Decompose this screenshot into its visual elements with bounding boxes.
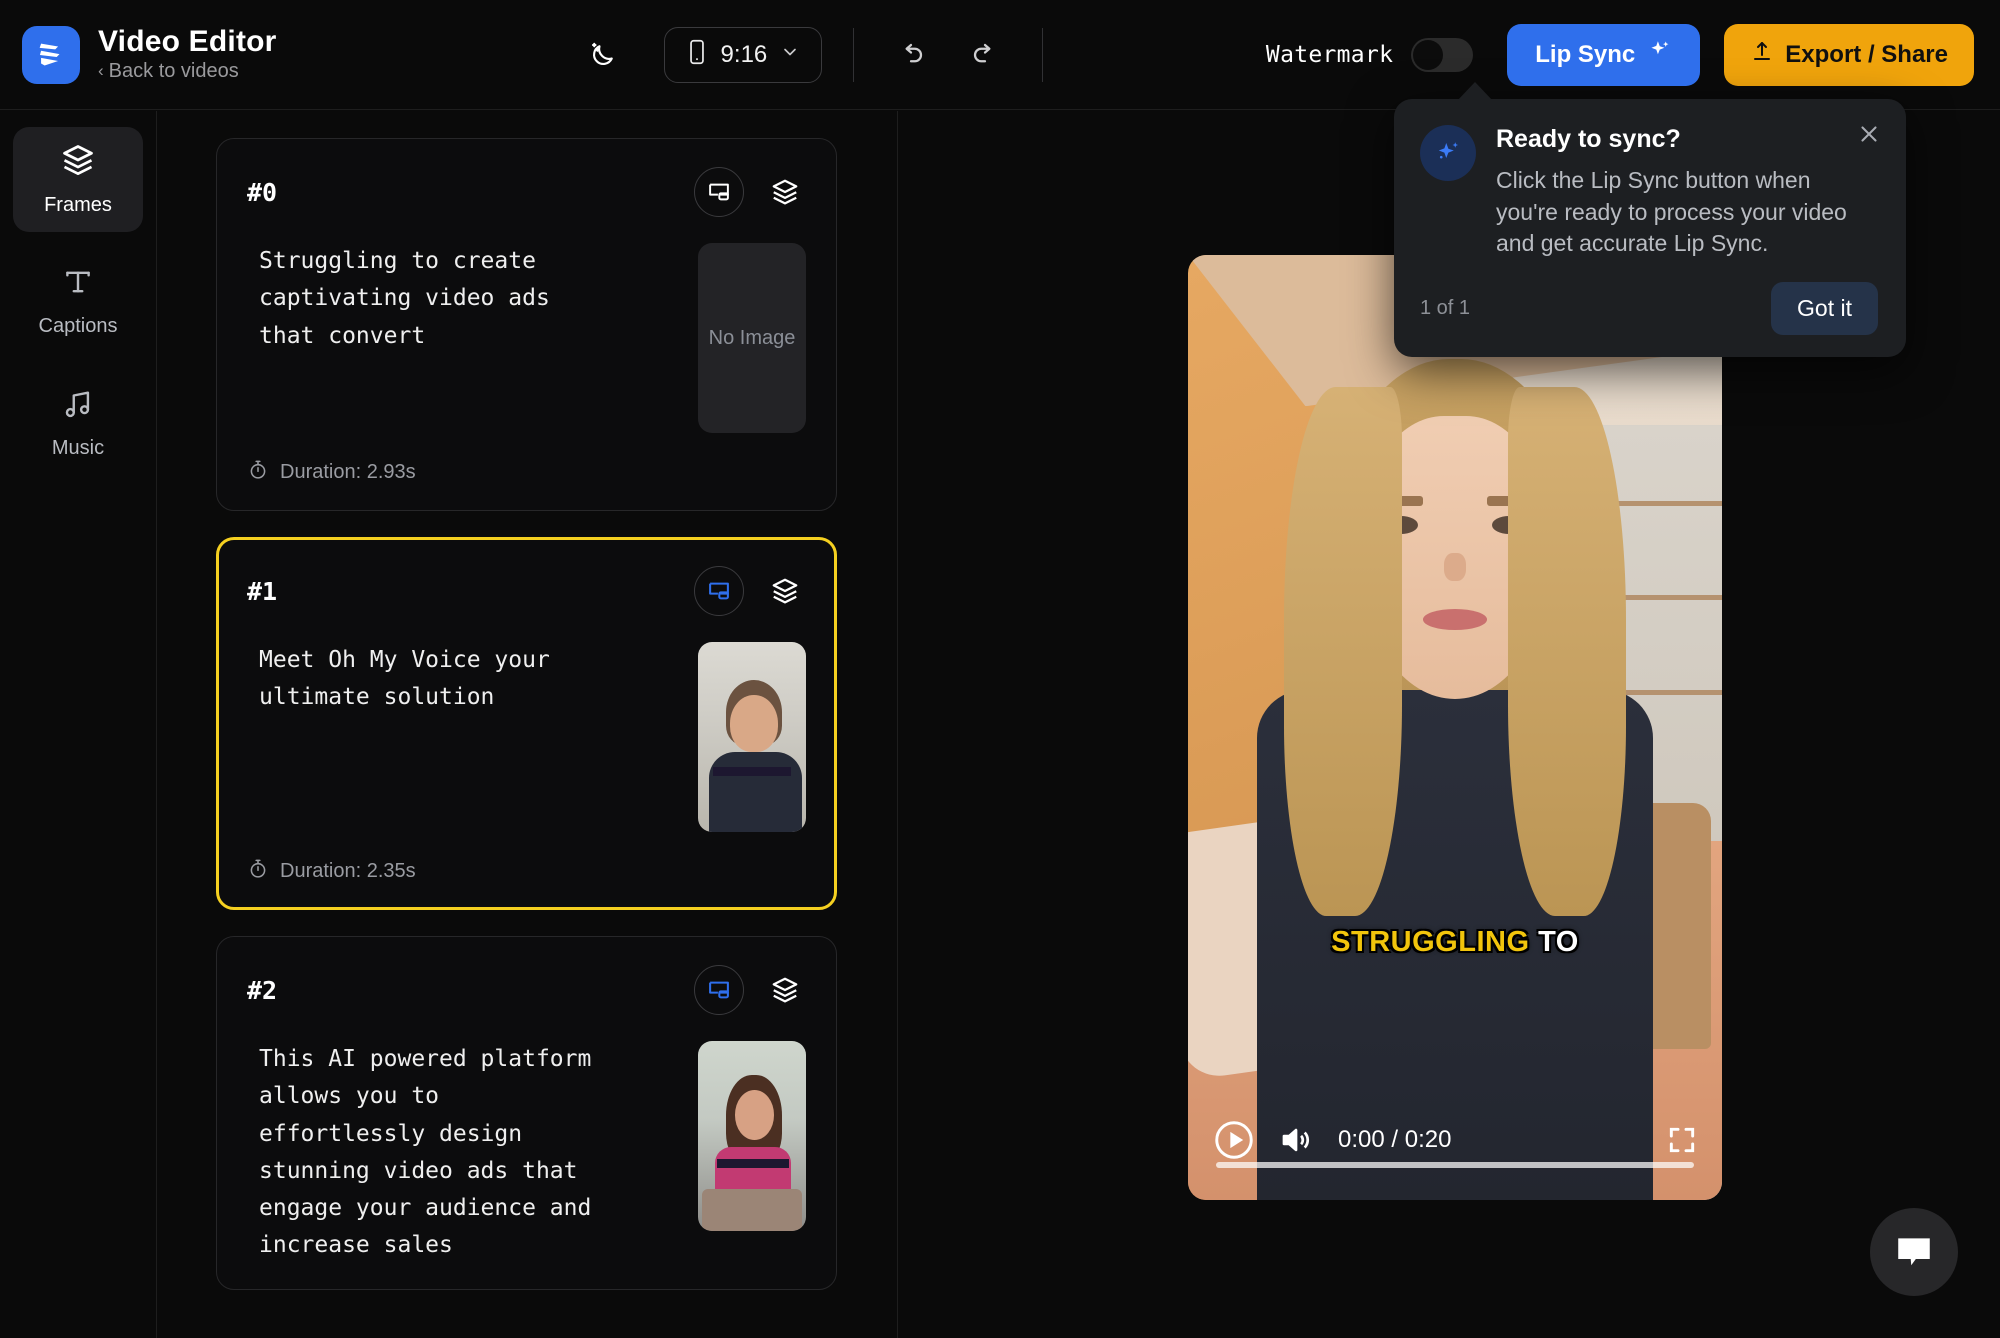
upload-icon xyxy=(1750,39,1774,70)
frame-card[interactable]: #1 Meet Oh My Voice your ultimate soluti… xyxy=(216,537,837,910)
picture-in-picture-icon[interactable] xyxy=(694,566,744,616)
lip-sync-button[interactable]: Lip Sync xyxy=(1507,23,1701,86)
aspect-ratio-selector[interactable]: 9:16 xyxy=(663,26,823,83)
frame-thumbnail[interactable]: No Image xyxy=(698,243,806,433)
sidebar-item-label: Frames xyxy=(44,194,112,216)
picture-in-picture-icon[interactable] xyxy=(694,965,744,1015)
layers-icon[interactable] xyxy=(764,171,806,213)
frame-card-header: #2 xyxy=(247,965,806,1015)
sidebar-item-label: Music xyxy=(51,437,105,459)
frame-index: #0 xyxy=(247,177,278,207)
close-icon[interactable] xyxy=(1856,121,1882,152)
phone-icon xyxy=(686,39,708,70)
toolbar-right: Watermark Lip Sync Export / Share xyxy=(1265,23,2000,86)
frame-script-text[interactable]: This AI powered platform allows you to e… xyxy=(247,1041,676,1265)
music-note-icon xyxy=(61,387,95,426)
popover-step-counter: 1 of 1 xyxy=(1420,296,1471,319)
video-editor-logo-icon xyxy=(22,25,80,84)
frame-index: #1 xyxy=(247,576,278,606)
brand-block: Video Editor ‹ Back to videos xyxy=(0,25,277,84)
caption-plain-word: TO xyxy=(1538,925,1579,958)
popover-title: Ready to sync? xyxy=(1496,125,1681,153)
page-title: Video Editor xyxy=(98,25,277,59)
video-editor-app: Video Editor ‹ Back to videos 9:16 Water… xyxy=(0,0,2000,1338)
got-it-button[interactable]: Got it xyxy=(1771,281,1878,335)
player-controls: 0:00 / 0:20 xyxy=(1188,1080,1722,1200)
video-frame-image xyxy=(1188,255,1722,1200)
player-time: 0:00 / 0:20 xyxy=(1338,1126,1452,1153)
video-caption-overlay: STRUGGLING TO xyxy=(1188,926,1722,959)
layers-icon[interactable] xyxy=(764,570,806,612)
layers-icon xyxy=(60,142,96,183)
frame-duration: Duration: 2.35s xyxy=(247,858,806,885)
watermark-toggle[interactable] xyxy=(1411,37,1474,72)
undo-icon[interactable] xyxy=(885,29,937,81)
stopwatch-icon xyxy=(247,858,269,885)
chat-bubble-icon[interactable] xyxy=(1870,1208,1958,1296)
popover-arrow xyxy=(1457,82,1493,101)
popover-body: Click the Lip Sync button when you're re… xyxy=(1496,167,1847,256)
thumbnail-caption-bar xyxy=(717,1158,789,1168)
seek-bar[interactable] xyxy=(1216,1162,1694,1168)
toolbar-divider-2 xyxy=(1042,27,1044,82)
thumbnail-caption-bar xyxy=(713,767,791,777)
toolbar-center: 9:16 xyxy=(577,26,1075,83)
video-player[interactable]: STRUGGLING TO 0:00 / 0:20 xyxy=(1188,255,1722,1200)
sparkle-icon xyxy=(1420,125,1476,181)
top-toolbar: Video Editor ‹ Back to videos 9:16 Water… xyxy=(0,0,2000,110)
frame-duration-label: Duration: 2.93s xyxy=(280,461,416,483)
picture-in-picture-icon[interactable] xyxy=(694,167,744,217)
lip-sync-label: Lip Sync xyxy=(1535,40,1636,68)
play-icon[interactable] xyxy=(1212,1118,1256,1162)
export-share-button[interactable]: Export / Share xyxy=(1724,23,1974,86)
frame-duration-label: Duration: 2.35s xyxy=(280,860,416,882)
sidebar-item-captions[interactable]: Captions xyxy=(13,249,143,354)
frame-thumbnail[interactable] xyxy=(698,1041,806,1231)
thumbnail-art xyxy=(734,1090,774,1140)
frame-card[interactable]: #0 Struggling to create captivating vide… xyxy=(216,138,837,511)
moon-stars-icon[interactable] xyxy=(577,29,629,81)
sparkle-icon xyxy=(1646,38,1672,71)
sidebar-item-label: Captions xyxy=(38,315,118,337)
thumbnail-art xyxy=(730,695,778,753)
lip-sync-popover: Ready to sync? Click the Lip Sync button… xyxy=(1394,99,1906,357)
no-image-label: No Image xyxy=(708,326,796,349)
frame-script-text[interactable]: Meet Oh My Voice your ultimate solution xyxy=(247,642,676,717)
back-to-videos-link[interactable]: ‹ Back to videos xyxy=(98,60,277,83)
frame-index: #2 xyxy=(247,975,278,1005)
watermark-label: Watermark xyxy=(1265,41,1394,68)
toolbar-divider-1 xyxy=(853,27,855,82)
aspect-ratio-value: 9:16 xyxy=(720,40,768,68)
frame-duration: Duration: 2.93s xyxy=(247,459,806,486)
chevron-left-icon: ‹ xyxy=(98,61,104,81)
thumbnail-art xyxy=(708,752,802,832)
text-t-icon xyxy=(61,265,95,304)
stopwatch-icon xyxy=(247,459,269,486)
frame-script-text[interactable]: Struggling to create captivating video a… xyxy=(247,243,676,355)
fullscreen-icon[interactable] xyxy=(1666,1124,1698,1156)
export-share-label: Export / Share xyxy=(1785,40,1948,68)
frame-card-header: #0 xyxy=(247,167,806,217)
toggle-knob xyxy=(1413,39,1444,70)
caption-highlight-word: STRUGGLING xyxy=(1331,925,1530,958)
frame-card-header: #1 xyxy=(247,566,806,616)
back-to-videos-label: Back to videos xyxy=(108,59,239,82)
left-sidebar: Frames Captions Music xyxy=(0,111,157,1338)
chevron-down-icon xyxy=(780,42,800,67)
thumbnail-art xyxy=(702,1189,802,1231)
frame-card[interactable]: #2 This AI powered platform allows you t… xyxy=(216,936,837,1290)
layers-icon[interactable] xyxy=(764,969,806,1011)
sidebar-item-music[interactable]: Music xyxy=(13,371,143,476)
frames-panel[interactable]: #0 Struggling to create captivating vide… xyxy=(158,111,898,1338)
frame-thumbnail[interactable] xyxy=(698,642,806,832)
redo-icon[interactable] xyxy=(959,29,1011,81)
volume-on-icon[interactable] xyxy=(1278,1122,1314,1158)
sidebar-item-frames[interactable]: Frames xyxy=(13,127,143,232)
